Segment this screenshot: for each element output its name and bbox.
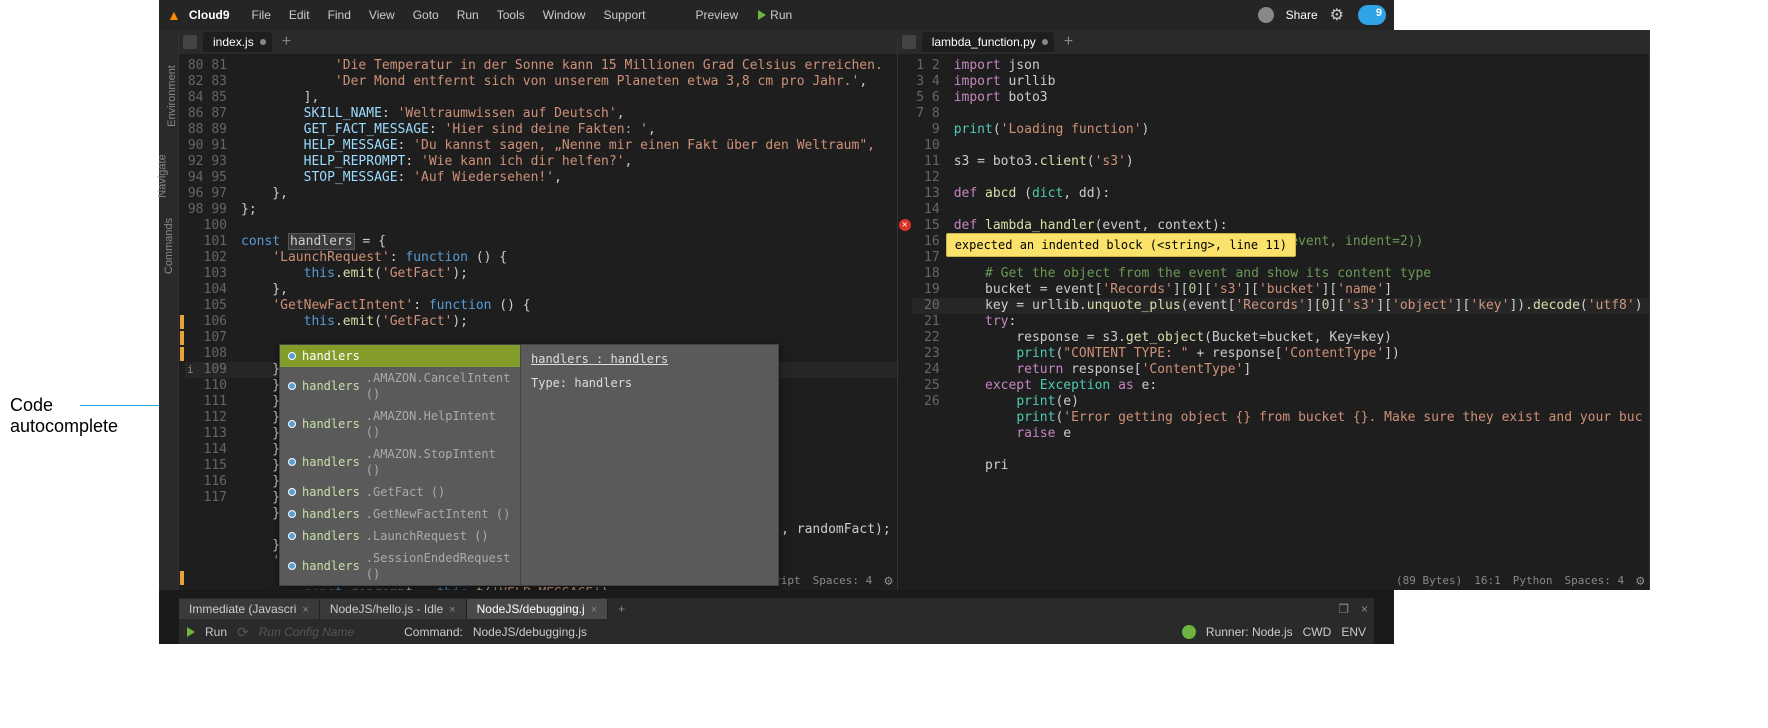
autocomplete-list[interactable]: handlershandlers.AMAZON.CancelIntent ()h… (280, 345, 520, 585)
panel-close-icon[interactable]: × (1355, 602, 1374, 616)
play-icon (187, 627, 195, 637)
menu-support[interactable]: Support (595, 4, 653, 26)
indent-mode[interactable]: Spaces: 4 (813, 573, 873, 589)
right-tabbar: lambda_function.py + (898, 30, 1649, 54)
command-label: Command: (404, 625, 463, 639)
lang-mode[interactable]: Python (1513, 573, 1553, 589)
btab-immediate[interactable]: Immediate (Javascri× (179, 599, 320, 619)
autocomplete-item[interactable]: handlers.SessionEndedRequest () (280, 547, 520, 585)
bottom-tabs: Immediate (Javascri× NodeJS/hello.js - I… (179, 598, 1374, 620)
menu-window[interactable]: Window (535, 4, 594, 26)
editor-settings-icon[interactable]: ⚙ (884, 573, 892, 589)
rail-commands[interactable]: Commands (163, 218, 175, 274)
menubar: ▲ Cloud9 File Edit Find View Goto Run To… (159, 0, 1394, 30)
brand[interactable]: Cloud9 (189, 8, 230, 22)
env-button[interactable]: ENV (1341, 625, 1366, 639)
new-btab-button[interactable]: + (608, 602, 635, 616)
editor-settings-icon[interactable]: ⚙ (1636, 573, 1644, 589)
cursor-pos: 16:1 (1474, 573, 1501, 589)
play-icon (758, 10, 766, 20)
rail-environment[interactable]: Environment (166, 65, 178, 127)
autocomplete-item[interactable]: handlers.LaunchRequest () (280, 525, 520, 547)
panel-layout-icon[interactable]: ❐ (1332, 602, 1355, 616)
menu-view[interactable]: View (361, 4, 403, 26)
menu-goto[interactable]: Goto (405, 4, 447, 26)
command-value[interactable]: NodeJS/debugging.js (473, 625, 587, 639)
autocomplete-item[interactable]: handlers (280, 345, 520, 367)
menu-find[interactable]: Find (320, 4, 359, 26)
autocomplete-popup[interactable]: handlershandlers.AMAZON.CancelIntent ()h… (279, 344, 779, 586)
btab-debugging[interactable]: NodeJS/debugging.j× (467, 599, 609, 619)
autocomplete-item[interactable]: handlers.GetNewFactIntent () (280, 503, 520, 525)
run-bar: Run ⟳ Run Config Name Command: NodeJS/de… (179, 620, 1374, 644)
menu-run[interactable]: Run (449, 4, 487, 26)
warning-icon: ▲ (167, 7, 181, 23)
file-size: (89 Bytes) (1396, 573, 1462, 589)
left-rail: Environment Navigate Commands (159, 30, 179, 590)
right-editor[interactable]: ✕ 1 2 3 4 5 6 7 8 9 10 11 12 13 14 15 16… (898, 54, 1649, 590)
annot-code-autocomplete: Code autocomplete (10, 395, 118, 437)
runner-icon (1182, 625, 1196, 639)
left-pane: index.js + i 80 81 82 83 84 85 86 87 88 … (179, 30, 898, 590)
menu-file[interactable]: File (244, 4, 279, 26)
btab-hello[interactable]: NodeJS/hello.js - Idle× (320, 599, 467, 619)
cloud9-icon[interactable] (1358, 5, 1386, 25)
avatar[interactable] (1258, 7, 1274, 23)
autocomplete-item[interactable]: handlers.AMAZON.CancelIntent () (280, 367, 520, 405)
dirty-dot (1042, 39, 1048, 45)
right-pane: lambda_function.py + ✕ 1 2 3 4 5 6 7 8 9… (898, 30, 1650, 590)
settings-icon[interactable]: ⚙ (1330, 5, 1344, 25)
indent-mode[interactable]: Spaces: 4 (1564, 573, 1624, 589)
runner-select[interactable]: Runner: Node.js (1206, 625, 1293, 639)
autocomplete-item[interactable]: handlers.AMAZON.HelpIntent () (280, 405, 520, 443)
tab-index-js[interactable]: index.js (203, 32, 272, 52)
editor-panes: index.js + i 80 81 82 83 84 85 86 87 88 … (179, 30, 1374, 590)
new-tab-button[interactable]: + (1056, 33, 1081, 51)
pane-menu-icon[interactable] (902, 35, 916, 49)
run-config-input[interactable]: Run Config Name (259, 625, 354, 639)
menu-tools[interactable]: Tools (489, 4, 533, 26)
lint-hint: expected an indented block (<string>, li… (946, 233, 1296, 257)
run-label[interactable]: Run (205, 625, 227, 639)
share-button[interactable]: Share (1286, 8, 1318, 22)
refresh-icon[interactable]: ⟳ (237, 624, 249, 641)
ide-window: ▲ Cloud9 File Edit Find View Goto Run To… (159, 0, 1394, 644)
cwd-button[interactable]: CWD (1303, 625, 1332, 639)
autocomplete-item[interactable]: handlers.GetFact () (280, 481, 520, 503)
autocomplete-info: handlers : handlers Type: handlers (520, 345, 778, 585)
rail-navigate[interactable]: Navigate (157, 154, 169, 197)
tab-lambda-py[interactable]: lambda_function.py (922, 32, 1054, 52)
error-icon[interactable]: ✕ (899, 219, 911, 231)
run-button[interactable]: Run (750, 4, 800, 26)
left-tabbar: index.js + (179, 30, 897, 54)
autocomplete-item[interactable]: handlers.AMAZON.StopIntent () (280, 443, 520, 481)
preview-button[interactable]: Preview (685, 4, 748, 26)
left-editor[interactable]: i 80 81 82 83 84 85 86 87 88 89 90 91 92… (179, 54, 897, 590)
dirty-dot (260, 39, 266, 45)
pane-menu-icon[interactable] (183, 35, 197, 49)
new-tab-button[interactable]: + (274, 33, 299, 51)
right-statusbar: (89 Bytes) 16:1 Python Spaces: 4 ⚙ (1396, 572, 1645, 590)
menu-edit[interactable]: Edit (281, 4, 318, 26)
